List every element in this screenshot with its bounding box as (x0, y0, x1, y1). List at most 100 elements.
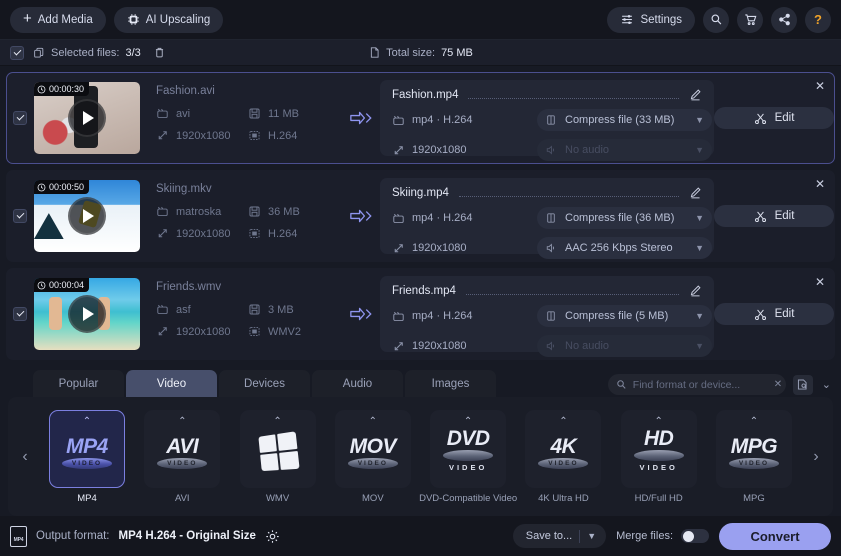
target-settings: Friends.mp4 mp4 · H.264 Compress file (5… (380, 276, 714, 357)
remove-file-button[interactable]: ✕ (815, 276, 825, 288)
remove-file-button[interactable]: ✕ (815, 80, 825, 92)
format-card-body[interactable]: ⌃ MPG VIDEO (715, 409, 792, 488)
format-card-mpg[interactable]: ⌃ MPG VIDEO MPG (707, 409, 801, 504)
format-card-mp4[interactable]: ⌃ MP4 VIDEO MP4 (40, 409, 134, 504)
selected-files-value: 3/3 (125, 46, 141, 59)
edit-button[interactable]: Edit (714, 303, 834, 325)
tab-images[interactable]: Images (405, 370, 496, 397)
help-button[interactable]: ? (805, 6, 831, 33)
format-card-body[interactable]: ⌃ DVD VIDEO (430, 409, 507, 488)
search-input[interactable] (632, 378, 768, 391)
saved-presets-button[interactable] (792, 374, 813, 395)
audio-dropdown[interactable]: No audio ▼ (537, 139, 712, 161)
play-button[interactable] (68, 295, 106, 333)
format-card-body[interactable]: ⌃ 4K VIDEO (525, 409, 602, 488)
row-checkbox[interactable] (13, 209, 27, 223)
chevron-up-icon: ⌃ (654, 415, 663, 427)
source-container-text: asf (176, 303, 191, 316)
search-button[interactable] (703, 6, 729, 33)
target-name-row: Friends.mp4 (392, 284, 702, 297)
format-card-wmv[interactable]: ⌃ WMV (231, 409, 325, 504)
share-button[interactable] (771, 6, 797, 33)
format-card-body[interactable]: ⌃ AVI VIDEO (144, 409, 221, 488)
settings-button[interactable]: Settings (607, 6, 695, 33)
target-resolution-text: 1920x1080 (412, 242, 467, 254)
audio-dropdown[interactable]: No audio ▼ (537, 335, 712, 357)
remove-file-button[interactable]: ✕ (815, 178, 825, 190)
format-card-body[interactable]: ⌃ HD VIDEO (620, 409, 697, 488)
gear-icon[interactable] (265, 529, 280, 544)
search-format-box[interactable]: ✕ (607, 374, 786, 395)
edit-button[interactable]: Edit (714, 107, 834, 129)
source-container-text: avi (176, 107, 191, 120)
compress-dropdown[interactable]: Compress file (36 MB) ▼ (537, 207, 712, 229)
video-thumbnail[interactable]: 00:00:50 (34, 180, 140, 252)
chevron-down-icon[interactable]: ▼ (587, 531, 604, 541)
format-badge: VIDEO (62, 458, 112, 469)
source-info: Fashion.avi avi 11 MB 1920x1080 H.264 (140, 85, 344, 142)
ai-upscaling-button[interactable]: AI Upscaling (113, 6, 224, 33)
target-codec-text: mp4 · H.264 (412, 212, 473, 224)
format-logo-text: MPG (730, 435, 778, 458)
play-button[interactable] (68, 99, 106, 137)
tab-audio[interactable]: Audio (312, 370, 403, 397)
format-logo-text: DVD (446, 427, 490, 450)
rename-pencil-icon[interactable] (689, 284, 702, 297)
source-container: asf (156, 303, 248, 316)
table-row[interactable]: 00:00:04 Friends.wmv asf 3 MB 1920x1080 … (6, 268, 835, 360)
format-card-dvd[interactable]: ⌃ DVD VIDEO DVD-Compatible Video (419, 409, 517, 504)
target-meta-grid: mp4 · H.264 Compress file (33 MB) ▼ 1920… (392, 109, 712, 161)
save-to-button[interactable]: Save to... ▼ (512, 524, 607, 548)
cart-icon (744, 13, 757, 26)
source-resolution: 1920x1080 (156, 227, 248, 240)
source-meta-grid: avi 11 MB 1920x1080 H.264 (156, 107, 344, 142)
video-thumbnail[interactable]: 00:00:30 (34, 82, 140, 154)
carousel-next-button[interactable]: › (805, 448, 827, 466)
format-tabs: Popular Video Devices Audio Images ✕ (0, 369, 841, 397)
select-all-checkbox[interactable] (10, 45, 24, 60)
edit-cell: Edit (714, 205, 834, 227)
format-card-hd[interactable]: ⌃ HD VIDEO HD/Full HD (612, 409, 706, 504)
target-resolution-text: 1920x1080 (412, 340, 467, 352)
carousel-prev-button[interactable]: ‹ (14, 448, 36, 466)
source-resolution-text: 1920x1080 (176, 227, 231, 240)
format-card-mov[interactable]: ⌃ MOV VIDEO MOV (326, 409, 420, 504)
close-icon[interactable]: ✕ (774, 379, 782, 390)
format-card-4k[interactable]: ⌃ 4K VIDEO 4K Ultra HD (516, 409, 610, 504)
table-row[interactable]: 00:00:50 Skiing.mkv matroska 36 MB 1920x… (6, 170, 835, 262)
audio-dropdown[interactable]: AAC 256 Kbps Stereo ▼ (537, 237, 712, 259)
cart-button[interactable] (737, 6, 763, 33)
compress-dropdown[interactable]: Compress file (33 MB) ▼ (537, 109, 712, 131)
tab-devices[interactable]: Devices (219, 370, 310, 397)
mp4-document-icon: MP4 (10, 525, 27, 547)
play-button[interactable] (68, 197, 106, 235)
convert-arrow-icon (344, 305, 380, 323)
video-thumbnail[interactable]: 00:00:04 (34, 278, 140, 350)
collapse-panel-button[interactable]: ⌄ (820, 378, 833, 391)
table-row[interactable]: 00:00:30 Fashion.avi avi 11 MB 1920x1080… (6, 72, 835, 164)
format-card-body[interactable]: ⌃ MOV VIDEO (334, 409, 411, 488)
tab-label: Audio (342, 377, 373, 390)
format-logo-text: HD (644, 427, 674, 450)
format-logo-text: AVI (166, 435, 199, 458)
compress-dropdown[interactable]: Compress file (5 MB) ▼ (537, 305, 712, 327)
format-card-body[interactable]: ⌃ (239, 409, 316, 488)
merge-files-toggle[interactable] (681, 529, 709, 543)
source-meta-grid: asf 3 MB 1920x1080 WMV2 (156, 303, 344, 338)
row-checkbox[interactable] (13, 307, 27, 321)
delete-selected-button[interactable] (153, 46, 166, 59)
chevron-right-icon: › (813, 447, 819, 465)
tab-video[interactable]: Video (126, 370, 217, 397)
edit-button[interactable]: Edit (714, 205, 834, 227)
rename-pencil-icon[interactable] (689, 186, 702, 199)
format-card-body[interactable]: ⌃ MP4 VIDEO (49, 409, 125, 488)
edit-label: Edit (774, 112, 795, 124)
convert-button[interactable]: Convert (719, 522, 831, 550)
rename-pencil-icon[interactable] (689, 88, 702, 101)
format-card-avi[interactable]: ⌃ AVI VIDEO AVI (135, 409, 229, 504)
chevron-down-icon: ▼ (695, 243, 704, 253)
row-checkbox[interactable] (13, 111, 27, 125)
merge-files-group: Merge files: (616, 529, 709, 543)
add-media-button[interactable]: + Add Media (10, 6, 106, 33)
tab-popular[interactable]: Popular (33, 370, 124, 397)
